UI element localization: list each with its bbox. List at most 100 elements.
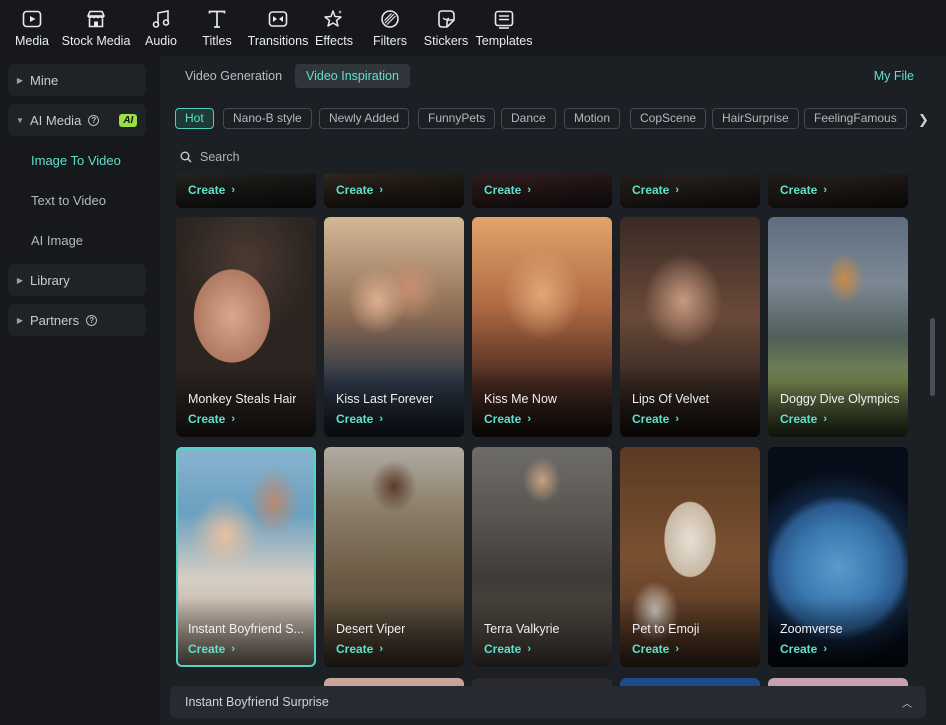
caret-right-icon: ▶ bbox=[16, 315, 24, 325]
chip-feelingfamous[interactable]: FeelingFamous bbox=[804, 108, 907, 129]
help-circle-icon[interactable]: ? bbox=[88, 114, 100, 126]
top-toolbar: Media Stock Media Audio Titles Transitio… bbox=[0, 0, 946, 56]
ai-badge: AI bbox=[119, 113, 138, 127]
create-link[interactable]: Create › bbox=[484, 642, 531, 656]
create-link[interactable]: Create › bbox=[632, 183, 679, 197]
template-card-zoomverse[interactable]: Zoomverse Create › bbox=[768, 447, 908, 667]
sidebar-item-mine[interactable]: ▶ Mine bbox=[8, 64, 146, 96]
chip-hairsurprise[interactable]: HairSurprise bbox=[712, 108, 799, 129]
chip-hot[interactable]: Hot bbox=[175, 108, 214, 129]
sidebar-item-label: AI Media bbox=[30, 112, 82, 128]
template-card-peek bbox=[324, 678, 464, 686]
chevron-right-icon: › bbox=[231, 184, 236, 196]
create-link[interactable]: Create › bbox=[484, 183, 531, 197]
toolbar-media[interactable]: Media bbox=[10, 0, 54, 56]
card-title: Kiss Me Now bbox=[484, 392, 557, 406]
search-input[interactable]: Search bbox=[200, 150, 240, 164]
chevron-up-icon[interactable]: ︿ bbox=[902, 695, 912, 710]
template-card-desert-viper[interactable]: Desert Viper Create › bbox=[324, 447, 464, 667]
sidebar-item-label: Library bbox=[30, 272, 70, 288]
toolbar-titles[interactable]: Titles bbox=[184, 0, 250, 56]
template-card-pet-to-emoji[interactable]: Pet to Emoji Create › bbox=[620, 447, 760, 667]
create-link[interactable]: Create › bbox=[780, 412, 827, 426]
chevron-right-icon: › bbox=[823, 184, 828, 196]
toolbar-filters[interactable]: Filters bbox=[362, 0, 418, 56]
sparkle-star-icon bbox=[322, 7, 346, 31]
create-link[interactable]: Create › bbox=[632, 412, 679, 426]
template-card[interactable]: Create › bbox=[620, 174, 760, 208]
chip-funnypets[interactable]: FunnyPets bbox=[418, 108, 496, 129]
sidebar-item-image-to-video[interactable]: Image To Video bbox=[8, 144, 146, 176]
selected-template-bar[interactable]: Instant Boyfriend Surprise ︿ bbox=[170, 686, 926, 718]
toolbar-stickers[interactable]: Stickers bbox=[418, 0, 474, 56]
tab-video-inspiration[interactable]: Video Inspiration bbox=[295, 64, 410, 88]
chevron-right-icon: › bbox=[231, 643, 236, 655]
template-card[interactable]: Create › bbox=[324, 174, 464, 208]
grid-scrollbar[interactable] bbox=[930, 318, 935, 396]
search-field[interactable]: Search bbox=[180, 148, 240, 166]
sticker-icon bbox=[434, 7, 458, 31]
sidebar-item-label: AI Image bbox=[31, 232, 84, 248]
toolbar-transitions-label: Transitions bbox=[247, 34, 309, 48]
template-card-terra-valkyrie[interactable]: Terra Valkyrie Create › bbox=[472, 447, 612, 667]
chevron-right-icon[interactable]: ❯ bbox=[918, 112, 932, 128]
create-link[interactable]: Create › bbox=[336, 642, 383, 656]
create-link[interactable]: Create › bbox=[336, 183, 383, 197]
create-link[interactable]: Create › bbox=[336, 412, 383, 426]
help-circle-icon[interactable]: ? bbox=[86, 314, 98, 326]
chevron-right-icon: › bbox=[675, 184, 680, 196]
create-link[interactable]: Create › bbox=[188, 642, 235, 656]
template-card-peek bbox=[620, 678, 760, 686]
chip-copscene[interactable]: CopScene bbox=[630, 108, 707, 129]
template-card-lips-of-velvet[interactable]: Lips Of Velvet Create › bbox=[620, 217, 760, 437]
search-icon bbox=[180, 151, 192, 163]
toolbar-templates[interactable]: Templates bbox=[474, 0, 534, 56]
template-card[interactable]: Create › bbox=[472, 174, 612, 208]
sidebar-item-partners[interactable]: ▶ Partners ? bbox=[8, 304, 146, 336]
chevron-right-icon: › bbox=[675, 413, 680, 425]
card-title: Lips Of Velvet bbox=[632, 392, 710, 406]
sub-tabs: Video Generation Video Inspiration My Fi… bbox=[160, 56, 946, 96]
chevron-right-icon: › bbox=[379, 184, 384, 196]
sidebar-item-library[interactable]: ▶ Library bbox=[8, 264, 146, 296]
toolbar-transitions[interactable]: Transitions bbox=[247, 0, 309, 56]
template-icon bbox=[492, 7, 516, 31]
template-card-kiss-last-forever[interactable]: Kiss Last Forever Create › bbox=[324, 217, 464, 437]
toolbar-effects[interactable]: Effects bbox=[306, 0, 362, 56]
card-title: Instant Boyfriend S... bbox=[188, 622, 305, 636]
card-title: Zoomverse bbox=[780, 622, 843, 636]
chevron-right-icon: › bbox=[527, 643, 532, 655]
my-file-link[interactable]: My File bbox=[874, 64, 914, 88]
chip-dance[interactable]: Dance bbox=[501, 108, 556, 129]
chevron-right-icon: › bbox=[675, 643, 680, 655]
template-card[interactable]: Create › bbox=[176, 174, 316, 208]
create-link[interactable]: Create › bbox=[484, 412, 531, 426]
caret-right-icon: ▶ bbox=[16, 75, 24, 85]
sidebar-item-text-to-video[interactable]: Text to Video bbox=[8, 184, 146, 216]
create-link[interactable]: Create › bbox=[780, 642, 827, 656]
template-card-monkey-steals-hair[interactable]: Monkey Steals Hair Create › bbox=[176, 217, 316, 437]
sidebar-item-ai-image[interactable]: AI Image bbox=[8, 224, 146, 256]
template-card-instant-boyfriend-surprise[interactable]: Instant Boyfriend S... Create › bbox=[176, 447, 316, 667]
tab-video-generation[interactable]: Video Generation bbox=[174, 64, 293, 88]
main-panel: Video Generation Video Inspiration My Fi… bbox=[160, 56, 946, 725]
chip-newly-added[interactable]: Newly Added bbox=[319, 108, 410, 129]
chevron-right-icon: › bbox=[527, 184, 532, 196]
create-link[interactable]: Create › bbox=[780, 183, 827, 197]
toolbar-audio[interactable]: Audio bbox=[138, 0, 184, 56]
template-card[interactable]: Create › bbox=[768, 174, 908, 208]
chip-motion[interactable]: Motion bbox=[564, 108, 621, 129]
create-link[interactable]: Create › bbox=[188, 183, 235, 197]
toolbar-effects-label: Effects bbox=[315, 34, 353, 48]
template-card-peek bbox=[768, 678, 908, 686]
card-title: Doggy Dive Olympics bbox=[780, 392, 900, 406]
create-link[interactable]: Create › bbox=[188, 412, 235, 426]
template-card-doggy-dive-olympics[interactable]: Doggy Dive Olympics Create › bbox=[768, 217, 908, 437]
toolbar-stock-media-label: Stock Media bbox=[61, 34, 131, 48]
sidebar-item-ai-media[interactable]: ▼ AI Media ? AI bbox=[8, 104, 146, 136]
chip-nano-b-style[interactable]: Nano-B style bbox=[223, 108, 312, 129]
create-link[interactable]: Create › bbox=[632, 642, 679, 656]
music-note-icon bbox=[149, 7, 173, 31]
toolbar-stock-media[interactable]: Stock Media bbox=[54, 0, 138, 56]
template-card-kiss-me-now[interactable]: Kiss Me Now Create › bbox=[472, 217, 612, 437]
